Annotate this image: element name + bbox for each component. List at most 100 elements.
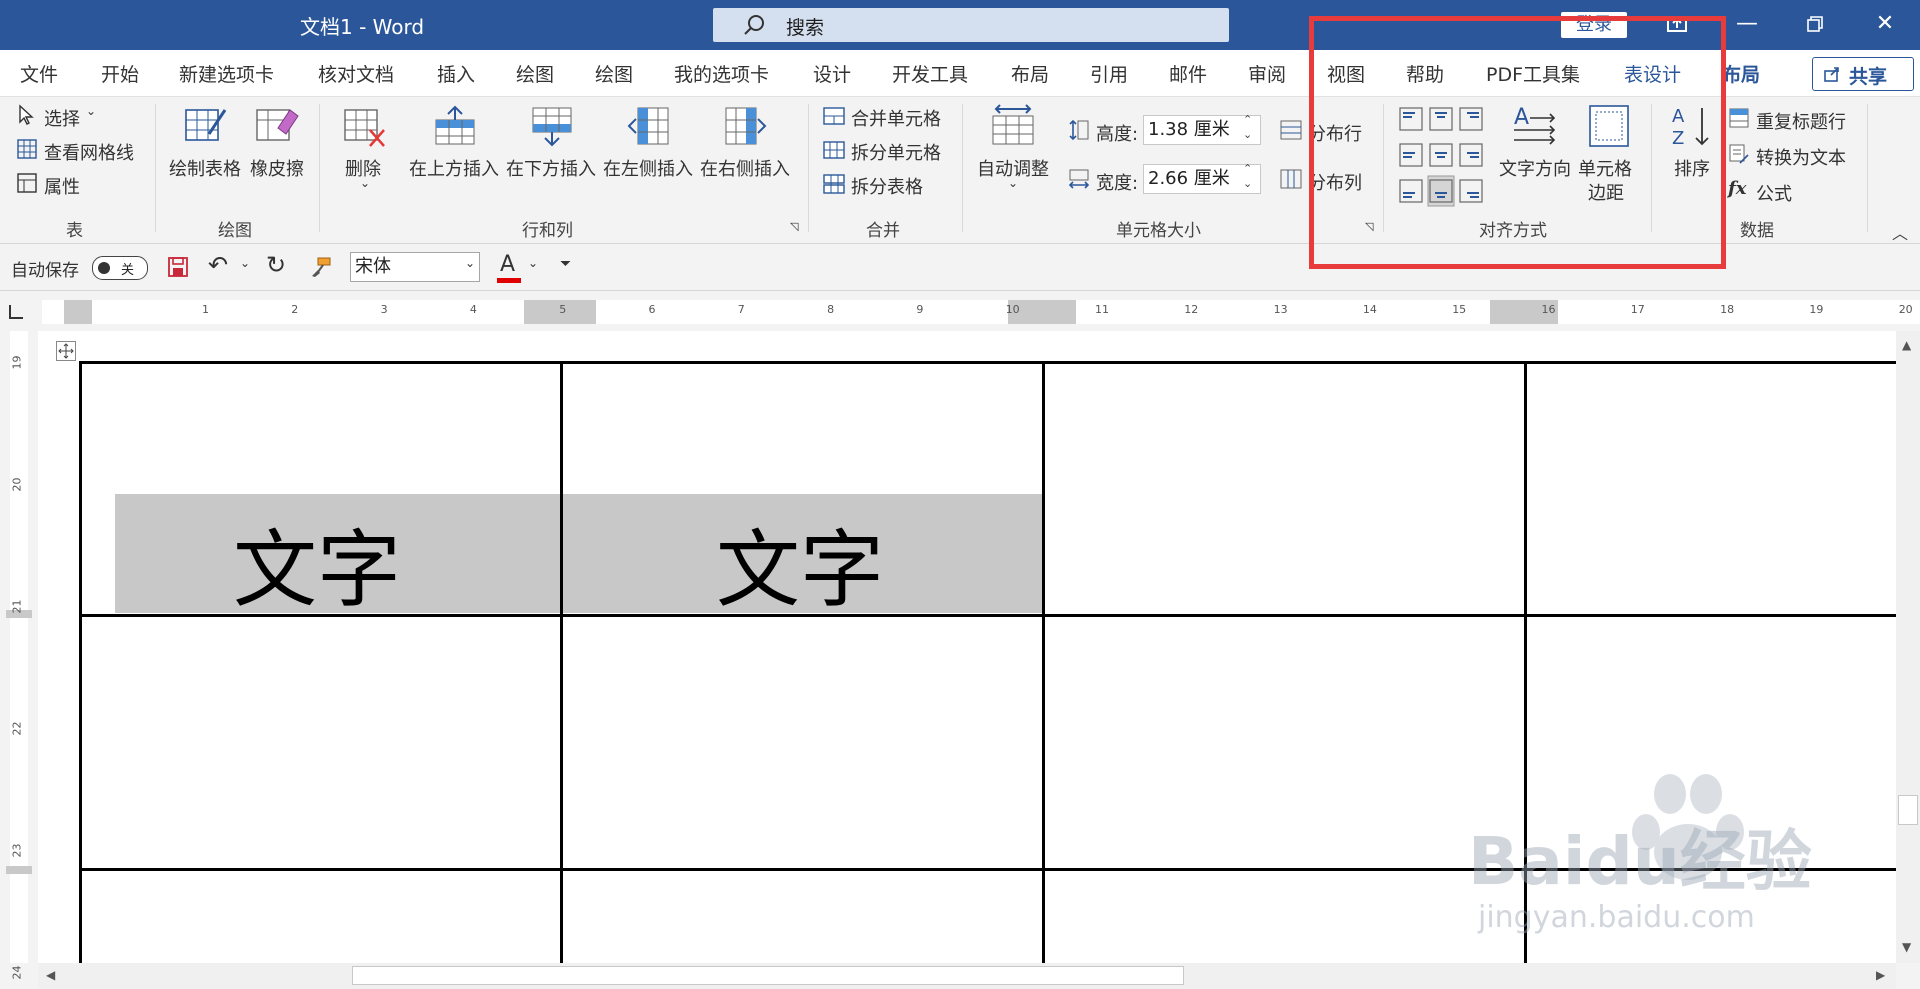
close-icon[interactable]: ✕ [1850,0,1920,50]
autofit-icon [992,104,1034,145]
insert-above-icon [435,105,475,145]
red-highlight-box [1309,16,1726,269]
ruler-number: 8 [827,303,835,316]
ruler-number: 12 [1184,303,1199,316]
group-label-draw: 绘图 [218,221,252,241]
row-height-icon [1069,119,1089,141]
redo-icon[interactable]: ↻ [266,251,286,279]
chevron-down-icon: ⌄ [465,256,476,270]
customize-qat-icon[interactable]: ⏷ [560,256,571,272]
search-placeholder: 搜索 [786,17,825,39]
spin-down-icon[interactable]: ⌄ [1243,177,1252,190]
ruler-number: 3 [380,303,388,316]
undo-icon[interactable]: ↶ [208,251,228,279]
spin-down-icon[interactable]: ⌄ [1243,128,1252,141]
group-separator [1867,104,1868,232]
group-separator [155,104,156,232]
spin-up-icon[interactable]: ⌃ [1243,113,1252,126]
collapse-ribbon-icon[interactable]: ︿ [1892,220,1908,244]
tab-layout[interactable]: 布局 [1011,60,1049,87]
share-button[interactable]: 共享 [1812,57,1914,91]
insert-right-button[interactable]: 在右侧插入 [700,155,790,181]
tab-my-tab[interactable]: 我的选项卡 [674,60,769,87]
insert-right-icon [725,107,767,145]
convert-to-text-button[interactable]: 转换为文本 [1756,144,1846,170]
vertical-scrollbar[interactable] [1896,331,1920,963]
scroll-left-icon[interactable]: ◀ [46,968,55,982]
chevron-down-icon: ⌄ [360,176,371,190]
format-painter-icon[interactable] [310,256,332,278]
chevron-down-icon: ⌄ [86,104,97,118]
group-label-cell-size: 单元格大小 [1116,221,1201,241]
font-name-select[interactable]: 宋体 [350,252,480,282]
horizontal-scroll-thumb[interactable] [352,966,1184,985]
tab-references[interactable]: 引用 [1090,60,1128,87]
select-button[interactable]: 选择 [44,105,80,131]
window-title: 文档1 - Word [300,15,425,39]
tab-table-layout[interactable]: 布局 [1722,60,1760,87]
split-cells-button[interactable]: 拆分单元格 [851,139,941,165]
table-cell-text[interactable]: 文字 [716,503,884,624]
tab-file[interactable]: 文件 [20,60,58,87]
ruler-number: 13 [1273,303,1288,316]
dialog-launcher-icon[interactable]: ◹ [790,220,798,233]
vertical-scroll-thumb[interactable] [1898,795,1918,825]
split-table-icon [823,174,845,194]
gridlines-icon [17,139,37,159]
scroll-up-icon[interactable]: ▲ [1902,338,1911,352]
group-label-table: 表 [66,221,83,241]
tab-home[interactable]: 开始 [101,60,139,87]
table-move-handle-icon[interactable] [56,341,76,361]
ruler-number: 5 [559,303,567,316]
view-gridlines-button[interactable]: 查看网格线 [44,139,134,165]
eraser-button[interactable]: 橡皮擦 [250,155,304,181]
tab-design[interactable]: 设计 [813,60,851,87]
convert-to-text-icon [1729,144,1749,164]
font-color-icon[interactable]: A [500,252,515,277]
draw-table-icon [185,109,227,141]
table-border [560,361,563,963]
width-label: 宽度: [1096,173,1139,194]
tab-check-document[interactable]: 核对文档 [318,60,394,87]
autosave-toggle[interactable]: 关 [92,256,148,280]
split-table-button[interactable]: 拆分表格 [851,173,923,199]
tab-review[interactable]: 审阅 [1248,60,1286,87]
tab-selector-icon[interactable] [9,305,23,319]
ruler-number: 20 [1898,303,1913,316]
ruler-number: 11 [1095,303,1109,316]
spin-up-icon[interactable]: ⌃ [1243,162,1252,175]
properties-button[interactable]: 属性 [44,173,80,199]
formula-button[interactable]: 公式 [1756,180,1792,206]
tab-draw-2[interactable]: 绘图 [595,60,633,87]
insert-below-button[interactable]: 在下方插入 [506,155,596,181]
draw-table-button[interactable]: 绘制表格 [169,155,241,181]
ruler-number: 6 [648,303,656,316]
insert-left-button[interactable]: 在左侧插入 [603,155,693,181]
save-icon[interactable] [167,256,189,278]
tab-insert[interactable]: 插入 [437,60,475,87]
restore-icon[interactable] [1780,0,1850,50]
scroll-down-icon[interactable]: ▼ [1902,940,1911,954]
properties-icon [17,173,37,193]
table-cell-text[interactable]: 文字 [233,503,401,624]
merge-cells-button[interactable]: 合并单元格 [851,105,941,131]
ruler-row-marker[interactable] [6,866,32,874]
tab-draw[interactable]: 绘图 [516,60,554,87]
split-cells-icon [823,141,845,159]
ruler-number: 14 [1362,303,1377,316]
tab-mailings[interactable]: 邮件 [1169,60,1207,87]
repeat-header-rows-button[interactable]: 重复标题行 [1756,108,1846,134]
ruler-column-marker[interactable] [64,300,92,324]
watermark-text: Baidu经验 [1468,823,1812,900]
table-border [79,361,82,963]
select-cursor-icon [19,104,34,125]
undo-dropdown-icon[interactable]: ⌄ [240,256,250,270]
tab-developer[interactable]: 开发工具 [892,60,968,87]
share-label: 共享 [1849,66,1888,88]
insert-above-button[interactable]: 在上方插入 [409,155,499,181]
tab-new-tab[interactable]: 新建选项卡 [179,60,274,87]
vertical-ruler-number: 23 [10,843,24,858]
group-separator [962,104,963,232]
scroll-right-icon[interactable]: ▶ [1876,968,1885,982]
ruler-number: 15 [1452,303,1467,316]
